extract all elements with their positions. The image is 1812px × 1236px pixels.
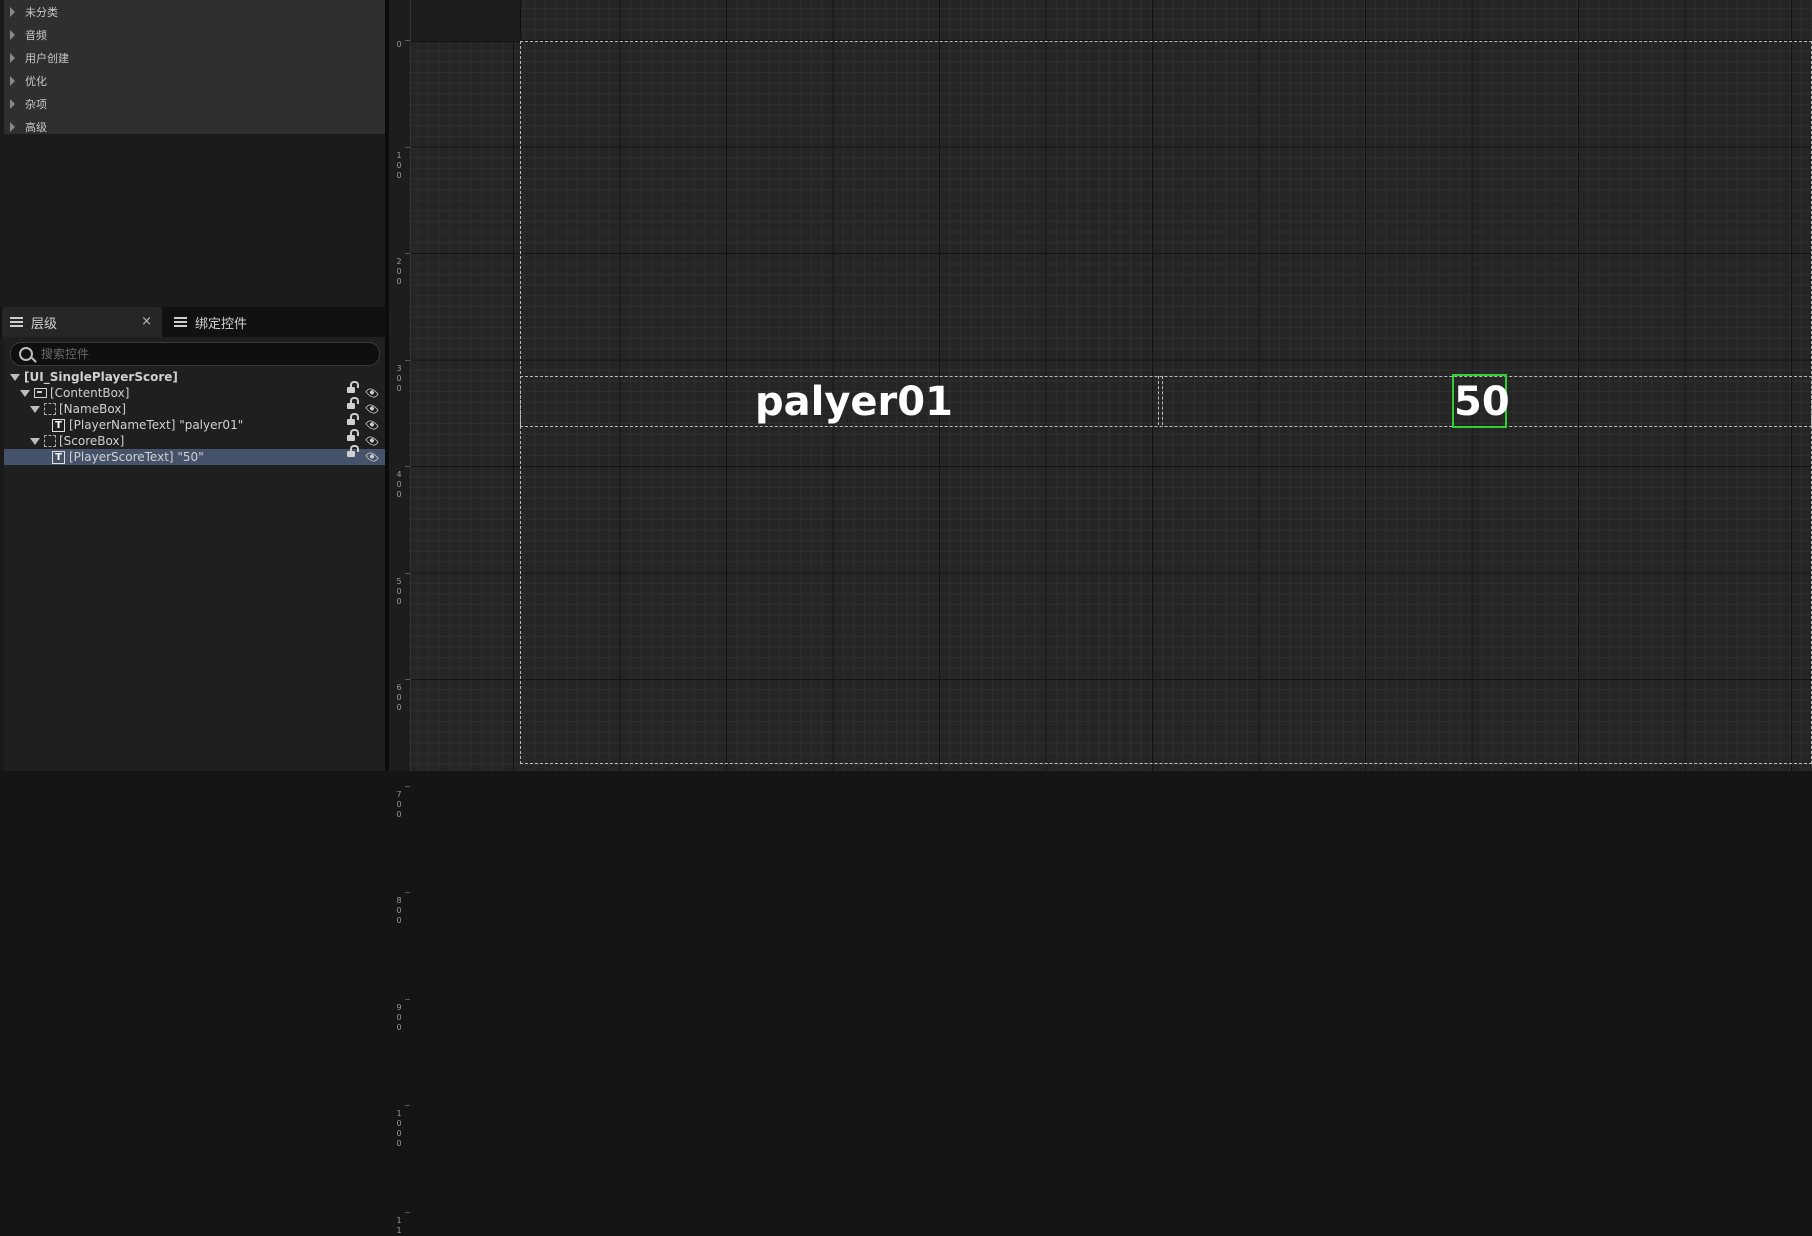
search-box — [10, 342, 380, 366]
tree-row-namebox[interactable]: [NameBox] — [4, 397, 385, 417]
tree-row-label: [PlayerNameText] "palyer01" — [69, 418, 244, 432]
hierarchy-panel: [UI_SinglePlayerScore] [ContentBox] [Nam… — [4, 337, 385, 771]
collapse-arrow-icon[interactable] — [10, 373, 20, 381]
collapse-arrow-icon[interactable] — [20, 389, 30, 397]
ruler-label: 400 — [396, 470, 402, 499]
ruler-label: 1000 — [396, 1109, 402, 1148]
player-score-text[interactable]: 50 — [1454, 376, 1510, 428]
tree-row-label: [ContentBox] — [50, 386, 130, 400]
tree-row-root[interactable]: [UI_SinglePlayerScore] — [4, 369, 385, 385]
ruler-tick — [405, 40, 410, 41]
text-widget-icon: T — [52, 450, 65, 464]
list-icon — [10, 316, 23, 328]
search-icon — [19, 347, 33, 361]
tree-row-label: [ScoreBox] — [59, 434, 125, 448]
tree-row-contentbox[interactable]: [ContentBox] — [4, 381, 385, 401]
tree-row-label: [UI_SinglePlayerScore] — [24, 370, 178, 384]
ruler-tick — [405, 359, 410, 361]
ruler-label: 900 — [396, 1002, 402, 1032]
ruler-tick — [405, 1211, 410, 1213]
lock-icon[interactable] — [347, 397, 359, 409]
ruler-tick — [405, 679, 410, 680]
ruler-tick — [405, 785, 410, 787]
horizontal-ruler — [410, 0, 521, 42]
visibility-eye-icon[interactable] — [365, 434, 379, 448]
category-label: 杂项 — [25, 97, 47, 111]
category-label: 高级 — [25, 120, 47, 134]
ruler-tick — [405, 253, 410, 254]
text-widget-icon: T — [52, 418, 65, 432]
category-uncategorized[interactable]: 未分类 — [4, 0, 385, 23]
vertical-ruler: 0 100 200 300 400 500 600 700 800 900 1000 11 — [389, 0, 411, 1235]
category-optimization[interactable]: 优化 — [4, 69, 385, 92]
ruler-tick — [405, 146, 410, 148]
ruler-tick — [405, 1105, 410, 1106]
tab-hierarchy[interactable]: 层级 × — [2, 307, 162, 337]
left-panel: 未分类 音频 用户创建 优化 杂项 高级 层级 × 绑定控件 [UI_Singl… — [0, 0, 389, 771]
tree-row-label: [PlayerScoreText] "50" — [69, 450, 204, 464]
tab-bind-widgets[interactable]: 绑定控件 — [166, 307, 366, 337]
expand-arrow-icon[interactable] — [10, 52, 15, 63]
search-input[interactable] — [41, 343, 361, 365]
collapse-arrow-icon[interactable] — [30, 437, 40, 445]
ruler-tick — [405, 998, 410, 1000]
category-label: 未分类 — [25, 5, 58, 19]
ruler-label: 200 — [396, 257, 402, 286]
collapse-arrow-icon[interactable] — [30, 405, 40, 413]
ruler-label: 11 — [396, 1215, 402, 1235]
ruler-label: 300 — [396, 363, 402, 393]
expand-arrow-icon[interactable] — [10, 6, 15, 17]
cell-splitter[interactable] — [1158, 376, 1163, 425]
lock-icon[interactable] — [347, 445, 359, 457]
category-advanced[interactable]: 高级 — [4, 115, 385, 138]
lock-icon[interactable] — [347, 381, 359, 393]
expand-arrow-icon[interactable] — [10, 29, 15, 40]
expand-arrow-icon[interactable] — [10, 98, 15, 109]
ruler-label: 800 — [396, 896, 402, 925]
visibility-eye-icon[interactable] — [365, 418, 379, 432]
list-icon — [174, 316, 187, 328]
tree-row-playernametext[interactable]: T [PlayerNameText] "palyer01" — [4, 413, 385, 433]
category-user-created[interactable]: 用户创建 — [4, 46, 385, 69]
ruler-tick — [405, 466, 410, 467]
ruler-label: 700 — [396, 789, 402, 819]
details-panel: 未分类 音频 用户创建 优化 杂项 高级 — [4, 0, 385, 134]
ruler-label: 0 — [396, 40, 402, 49]
ruler-label: 100 — [396, 150, 402, 180]
category-misc[interactable]: 杂项 — [4, 92, 385, 115]
content-box-bounds[interactable] — [520, 376, 1812, 427]
close-icon[interactable]: × — [141, 314, 152, 329]
ruler-label: 600 — [396, 683, 402, 712]
border-widget-icon — [34, 388, 47, 398]
lock-icon[interactable] — [347, 429, 359, 441]
expand-arrow-icon[interactable] — [10, 75, 15, 86]
tree-row-playerscoretext[interactable]: T [PlayerScoreText] "50" — [4, 445, 385, 465]
category-label: 用户创建 — [25, 51, 69, 65]
player-name-text[interactable]: palyer01 — [755, 376, 953, 428]
panel-tab-bar: 层级 × 绑定控件 — [0, 307, 385, 337]
category-label: 音频 — [25, 28, 47, 42]
lock-icon[interactable] — [347, 413, 359, 425]
category-audio[interactable]: 音频 — [4, 23, 385, 46]
visibility-eye-icon[interactable] — [365, 402, 379, 416]
tab-hierarchy-label: 层级 — [31, 316, 58, 332]
visibility-eye-icon[interactable] — [365, 450, 379, 464]
size-box-icon — [44, 435, 56, 447]
visibility-eye-icon[interactable] — [365, 386, 379, 400]
tree-row-label: [NameBox] — [59, 402, 127, 416]
ruler-tick — [405, 892, 410, 893]
tab-bind-widgets-label: 绑定控件 — [195, 316, 248, 332]
tree-row-scorebox[interactable]: [ScoreBox] — [4, 429, 385, 449]
ruler-tick — [405, 572, 410, 574]
size-box-icon — [44, 403, 56, 415]
category-label: 优化 — [25, 74, 47, 88]
ruler-label: 500 — [396, 576, 402, 606]
expand-arrow-icon[interactable] — [10, 121, 15, 132]
